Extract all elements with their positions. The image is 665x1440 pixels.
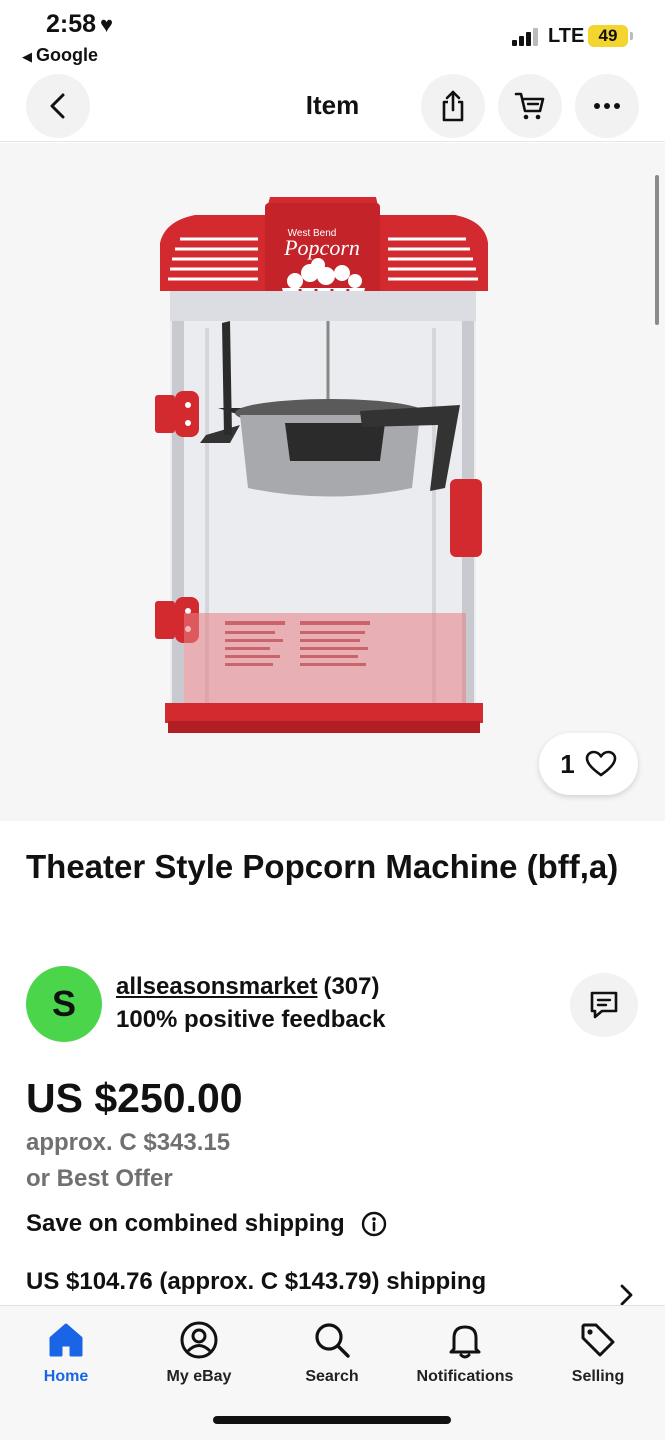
product-image-carousel[interactable]: West Bend Popcorn 1 bbox=[0, 143, 665, 821]
signal-icon bbox=[512, 28, 542, 46]
tab-selling[interactable]: Selling bbox=[543, 1318, 653, 1386]
seller-avatar[interactable]: S bbox=[26, 966, 102, 1042]
clock: 2:58 ♥ bbox=[46, 10, 114, 38]
tab-notifications-label: Notifications bbox=[416, 1368, 514, 1385]
back-to-app-link[interactable]: ◀ Google bbox=[22, 45, 98, 66]
image-scroll-indicator bbox=[655, 175, 659, 325]
seller-feedback: 100% positive feedback bbox=[116, 1006, 386, 1033]
tab-search-label: Search bbox=[305, 1368, 359, 1385]
share-icon bbox=[442, 90, 464, 122]
battery-icon: 49 bbox=[588, 25, 633, 47]
cart-button[interactable] bbox=[498, 74, 562, 138]
nav-bar: Item bbox=[0, 72, 665, 142]
approx-price: approx. C $343.15 bbox=[26, 1129, 231, 1156]
watch-button[interactable]: 1 bbox=[539, 733, 638, 795]
home-icon bbox=[49, 1323, 83, 1357]
tab-selling-label: Selling bbox=[571, 1368, 625, 1385]
info-icon[interactable] bbox=[361, 1211, 387, 1237]
message-icon bbox=[590, 991, 618, 1019]
page-title: Item bbox=[305, 90, 360, 120]
seller-rating-count: (307) bbox=[323, 973, 380, 1000]
search-icon bbox=[315, 1323, 350, 1358]
back-triangle-icon: ◀ bbox=[22, 49, 32, 64]
back-app-label: Google bbox=[36, 45, 98, 65]
cart-icon bbox=[514, 92, 545, 120]
combined-shipping-row[interactable]: Save on combined shipping bbox=[26, 1210, 387, 1238]
user-icon bbox=[180, 1321, 218, 1359]
tag-icon bbox=[581, 1323, 615, 1357]
status-bar: 2:58 ♥ ◀ Google LTE 49 bbox=[0, 0, 665, 72]
listing-title: Theater Style Popcorn Machine (bff,a) bbox=[26, 848, 619, 885]
message-seller-button[interactable] bbox=[570, 973, 638, 1037]
tab-search[interactable]: Search bbox=[277, 1318, 387, 1386]
price: US $250.00 bbox=[26, 1075, 243, 1121]
network-label: LTE bbox=[548, 25, 585, 47]
seller-info: allseasonsmarket (307) bbox=[116, 973, 380, 1001]
seller-name-link[interactable]: allseasonsmarket bbox=[116, 973, 317, 1000]
tab-notifications[interactable]: Notifications bbox=[410, 1318, 520, 1386]
home-indicator[interactable] bbox=[213, 1416, 451, 1424]
chevron-right-icon[interactable] bbox=[618, 1283, 634, 1307]
more-icon bbox=[594, 103, 620, 109]
heart-icon bbox=[585, 750, 617, 777]
logo-text: Popcorn bbox=[283, 235, 360, 260]
tab-home[interactable]: Home bbox=[11, 1318, 121, 1386]
watch-count: 1 bbox=[560, 748, 575, 779]
heart-icon: ♥ bbox=[100, 12, 114, 37]
best-offer-text: or Best Offer bbox=[26, 1165, 173, 1192]
tab-my-ebay-label: My eBay bbox=[166, 1368, 232, 1385]
bell-icon bbox=[449, 1325, 481, 1359]
more-button[interactable] bbox=[575, 74, 639, 138]
popcorn-machine-image: West Bend Popcorn bbox=[155, 197, 488, 733]
tab-home-label: Home bbox=[43, 1368, 89, 1385]
combined-shipping-label: Save on combined shipping bbox=[26, 1210, 345, 1237]
tab-my-ebay[interactable]: My eBay bbox=[144, 1318, 254, 1386]
shipping-cost[interactable]: US $104.76 (approx. C $143.79) shipping bbox=[26, 1268, 486, 1296]
share-button[interactable] bbox=[421, 74, 485, 138]
